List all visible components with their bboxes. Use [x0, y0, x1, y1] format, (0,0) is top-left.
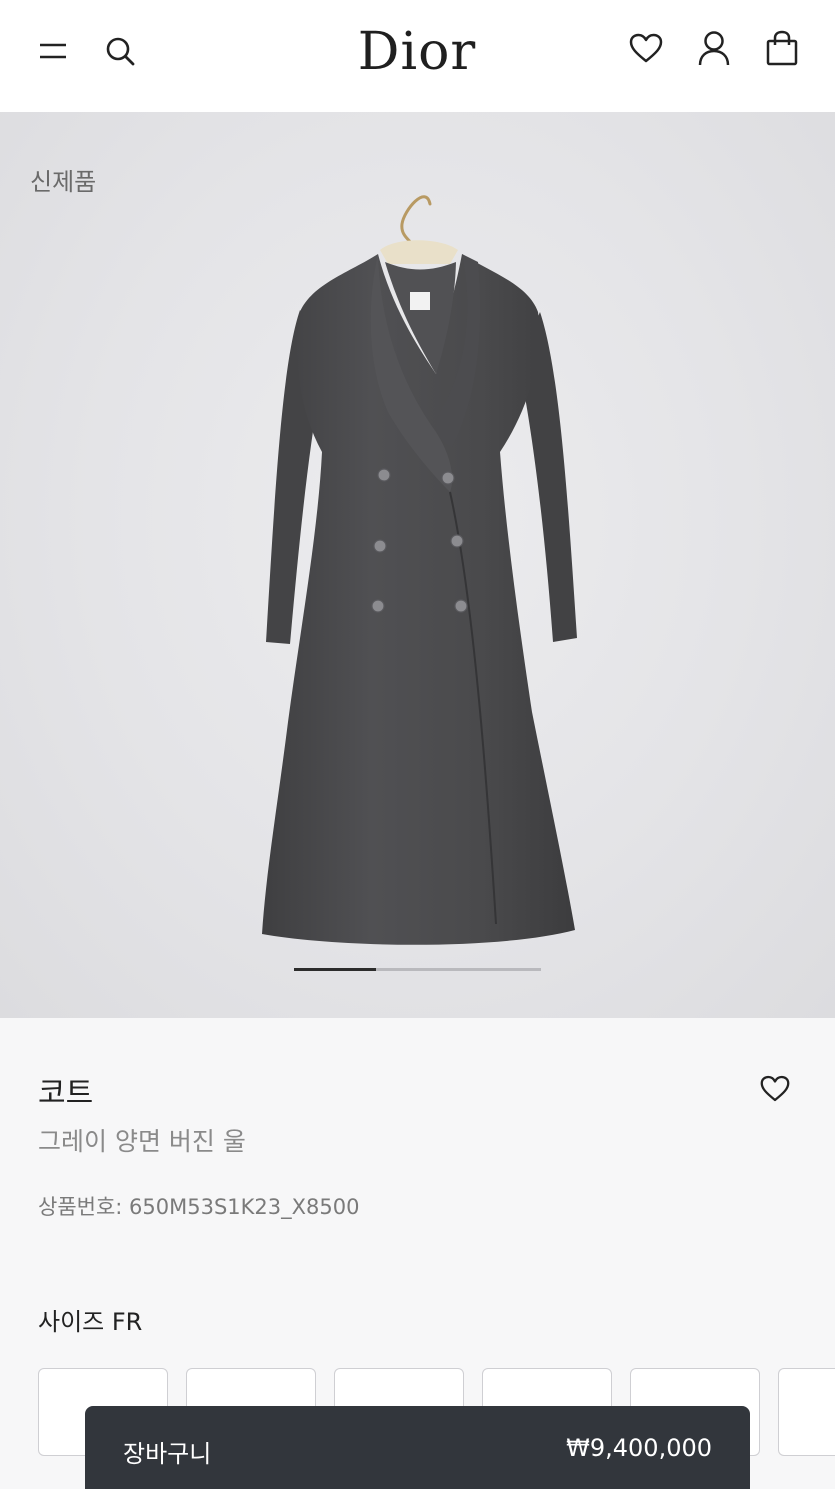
product-title: 코트: [38, 1076, 94, 1111]
gallery-progress-track[interactable]: [294, 968, 541, 971]
heart-icon[interactable]: [626, 28, 666, 68]
size-label: 사이즈 FR: [38, 1308, 143, 1336]
cart-label: 장바구니: [123, 1440, 212, 1468]
add-to-cart-button[interactable]: 장바구니 ₩9,400,000: [85, 1406, 750, 1489]
brand-logo[interactable]: Dior: [317, 22, 517, 82]
wishlist-heart-icon[interactable]: [755, 1068, 795, 1108]
cart-price: ₩9,400,000: [566, 1434, 712, 1462]
bag-icon[interactable]: [762, 28, 802, 68]
menu-icon[interactable]: [33, 31, 73, 71]
coat-image: [262, 195, 577, 945]
account-icon[interactable]: [694, 28, 734, 68]
product-subtitle: 그레이 양면 버진 울: [38, 1127, 246, 1156]
top-header: Dior: [0, 0, 835, 112]
product-page: Dior 신제품 코트 그레이 양면 버진 울 상품번호: 650M53S1K2…: [0, 0, 835, 1489]
search-icon[interactable]: [100, 31, 140, 71]
product-image-gallery[interactable]: 신제품: [0, 112, 835, 1018]
product-sku: 상품번호: 650M53S1K23_X8500: [38, 1195, 360, 1219]
size-option[interactable]: [778, 1368, 835, 1456]
gallery-progress-fill: [294, 968, 376, 971]
